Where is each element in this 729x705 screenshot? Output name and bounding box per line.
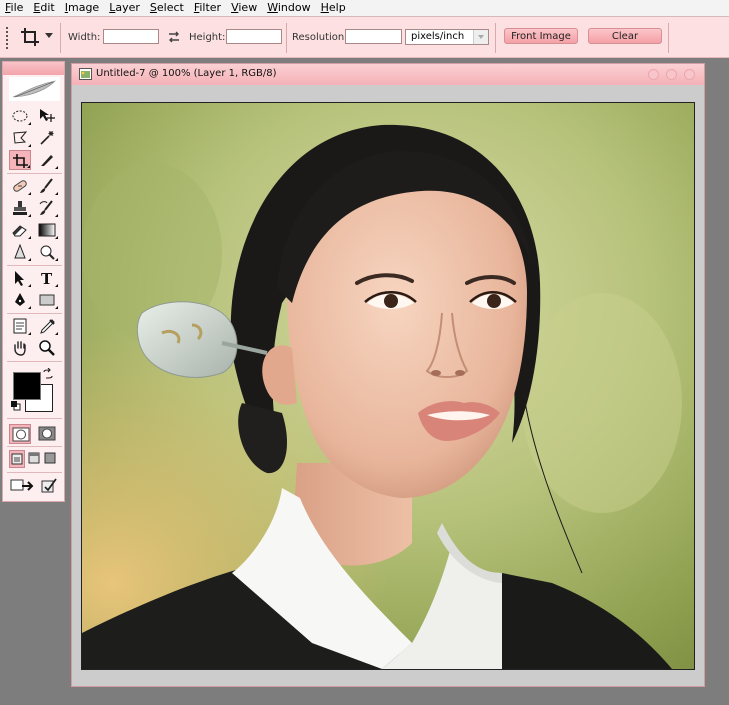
width-label: Width: bbox=[68, 32, 101, 43]
divider bbox=[7, 418, 62, 419]
full-screen-mode-icon[interactable] bbox=[43, 450, 59, 468]
gradient-tool-icon[interactable] bbox=[36, 220, 58, 240]
height-label: Height: bbox=[189, 32, 226, 43]
menu-image[interactable]: Image bbox=[60, 0, 104, 16]
slice-tool-icon[interactable] bbox=[36, 150, 58, 170]
toolbox: T bbox=[2, 61, 65, 502]
divider bbox=[7, 173, 62, 174]
clear-button[interactable]: Clear bbox=[588, 28, 662, 44]
menu-bar: File Edit Image Layer Select Filter View… bbox=[0, 0, 729, 17]
notes-tool-icon[interactable] bbox=[9, 316, 31, 336]
full-screen-menu-mode-icon[interactable] bbox=[27, 450, 43, 468]
blur-tool-icon[interactable] bbox=[9, 242, 31, 262]
crop-tool-preset-icon[interactable] bbox=[20, 27, 40, 47]
resolution-unit-select[interactable]: pixels/inch bbox=[405, 29, 489, 45]
toolbox-title-bar[interactable] bbox=[3, 62, 64, 75]
menu-edit[interactable]: Edit bbox=[28, 0, 59, 16]
divider bbox=[7, 313, 62, 314]
divider bbox=[7, 472, 62, 473]
swap-icon[interactable] bbox=[167, 30, 181, 44]
divider bbox=[668, 23, 669, 53]
document-window: Untitled-7 @ 100% (Layer 1, RGB/8) bbox=[71, 63, 705, 687]
crop-tool-icon[interactable] bbox=[9, 150, 31, 170]
divider bbox=[7, 265, 62, 266]
chevron-down-icon bbox=[473, 30, 488, 44]
portrait-photo bbox=[82, 103, 694, 669]
hand-tool-icon[interactable] bbox=[9, 338, 31, 358]
options-bar-grip[interactable] bbox=[6, 27, 10, 49]
options-bar: Width: Height: Resolution: pixels/inch F… bbox=[0, 17, 729, 58]
marquee-tool-icon[interactable] bbox=[9, 106, 31, 126]
edit-checkmark-icon[interactable] bbox=[39, 476, 61, 496]
history-brush-tool-icon[interactable] bbox=[36, 198, 58, 218]
standard-screen-mode-icon[interactable] bbox=[9, 450, 25, 468]
type-tool-icon[interactable]: T bbox=[36, 268, 58, 288]
image-canvas[interactable] bbox=[81, 102, 695, 670]
eraser-tool-icon[interactable] bbox=[9, 220, 31, 240]
path-selection-tool-icon[interactable] bbox=[9, 268, 31, 288]
clone-stamp-tool-icon[interactable] bbox=[9, 198, 31, 218]
divider bbox=[495, 23, 496, 53]
divider bbox=[7, 361, 62, 362]
height-field[interactable] bbox=[226, 29, 282, 44]
lasso-tool-icon[interactable] bbox=[9, 128, 31, 148]
maximize-button[interactable] bbox=[666, 69, 677, 80]
magic-wand-tool-icon[interactable] bbox=[36, 128, 58, 148]
brush-tool-icon[interactable] bbox=[36, 176, 58, 196]
document-icon bbox=[79, 68, 92, 80]
standard-mode-icon[interactable] bbox=[9, 424, 31, 444]
jump-to-imageready-icon[interactable] bbox=[9, 476, 37, 496]
divider bbox=[286, 23, 287, 53]
front-image-button[interactable]: Front Image bbox=[504, 28, 578, 44]
menu-layer[interactable]: Layer bbox=[104, 0, 145, 16]
close-button[interactable] bbox=[684, 69, 695, 80]
dodge-tool-icon[interactable] bbox=[36, 242, 58, 262]
menu-window[interactable]: Window bbox=[262, 0, 315, 16]
default-colors-icon[interactable] bbox=[11, 401, 21, 411]
resolution-label: Resolution: bbox=[292, 32, 348, 43]
foreground-color-swatch[interactable] bbox=[13, 372, 41, 400]
width-field[interactable] bbox=[103, 29, 159, 44]
move-tool-icon[interactable] bbox=[36, 106, 58, 126]
zoom-tool-icon[interactable] bbox=[36, 338, 58, 358]
divider bbox=[7, 446, 62, 447]
healing-brush-tool-icon[interactable] bbox=[9, 176, 31, 196]
document-title-bar[interactable]: Untitled-7 @ 100% (Layer 1, RGB/8) bbox=[72, 64, 704, 85]
menu-filter[interactable]: Filter bbox=[189, 0, 226, 16]
minimize-button[interactable] bbox=[648, 69, 659, 80]
divider bbox=[60, 23, 61, 53]
quick-mask-mode-icon[interactable] bbox=[36, 424, 58, 444]
resolution-field[interactable] bbox=[345, 29, 402, 44]
menu-help[interactable]: Help bbox=[316, 0, 351, 16]
menu-file[interactable]: File bbox=[0, 0, 28, 16]
eyedropper-tool-icon[interactable] bbox=[36, 316, 58, 336]
menu-view[interactable]: View bbox=[226, 0, 262, 16]
pen-tool-icon[interactable] bbox=[9, 290, 31, 310]
svg-text:T: T bbox=[41, 270, 53, 286]
resolution-unit-value: pixels/inch bbox=[411, 31, 465, 42]
rectangle-tool-icon[interactable] bbox=[36, 290, 58, 310]
feather-logo-icon[interactable] bbox=[9, 77, 60, 101]
document-title: Untitled-7 @ 100% (Layer 1, RGB/8) bbox=[96, 68, 277, 79]
menu-select[interactable]: Select bbox=[145, 0, 189, 16]
chevron-down-icon[interactable] bbox=[45, 33, 53, 38]
swap-colors-icon[interactable] bbox=[42, 368, 54, 380]
